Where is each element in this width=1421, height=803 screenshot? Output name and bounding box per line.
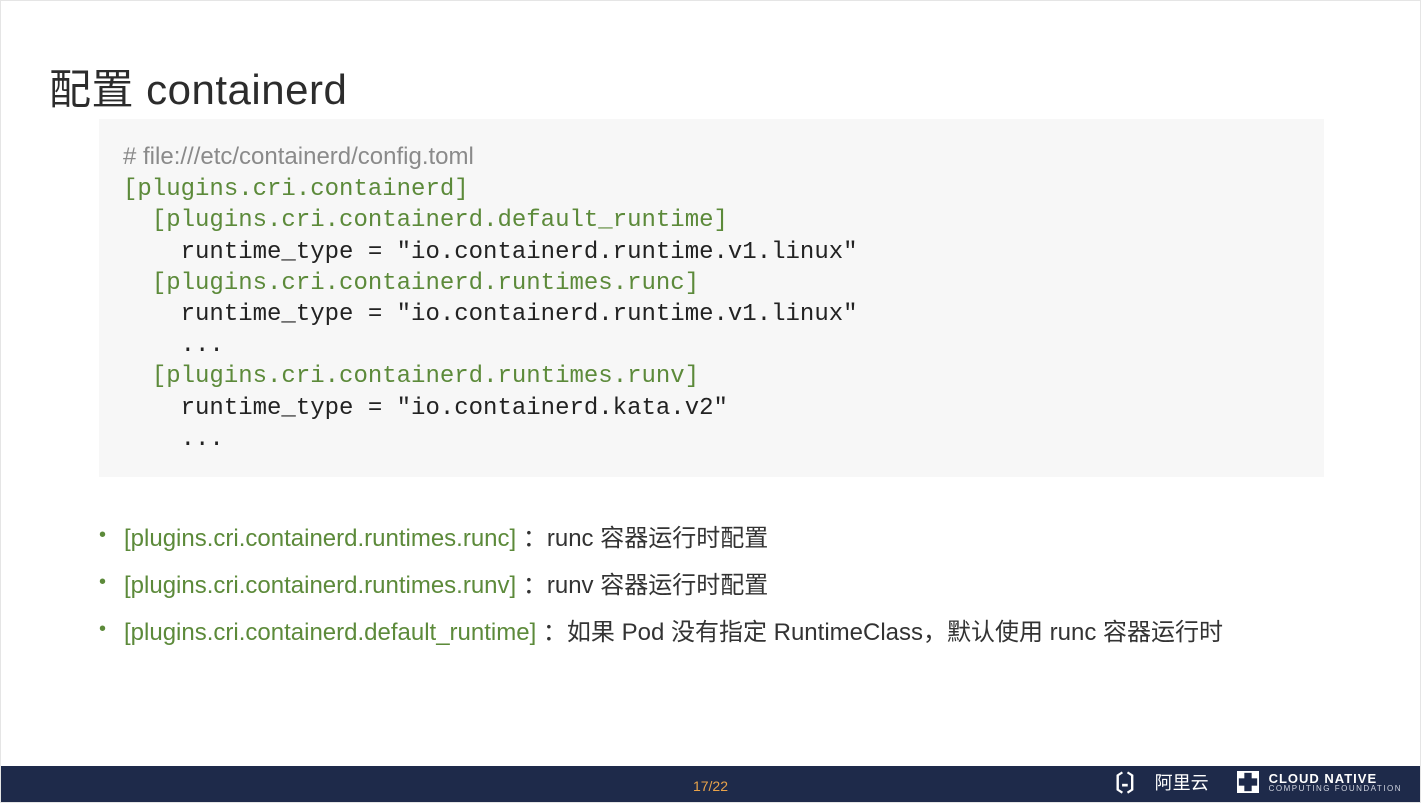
bullet-icon: •: [99, 563, 106, 602]
code-line: runtime_type = "io.containerd.kata.v2": [181, 395, 728, 422]
footer-logos: 〔-〕 阿里云 CLOUD NATIVE COMPUTING FOUNDATIO…: [1101, 766, 1402, 798]
slide-title: 配置 containerd: [49, 56, 347, 117]
bullet-text: ：runv 容器运行时配置: [516, 572, 768, 599]
bullet-key: [plugins.cri.containerd.runtimes.runv]: [124, 572, 516, 599]
bullet-list: • [plugins.cri.containerd.runtimes.runc]…: [99, 516, 1249, 656]
code-comment: # file:///etc/containerd/config.toml: [123, 143, 474, 170]
cncf-text-top: CLOUD NATIVE: [1269, 772, 1402, 785]
cncf-text-bottom: COMPUTING FOUNDATION: [1269, 785, 1402, 793]
list-item: • [plugins.cri.containerd.default_runtim…: [99, 610, 1249, 657]
code-section: [plugins.cri.containerd.runtimes.runv]: [152, 363, 699, 390]
cncf-logo: CLOUD NATIVE COMPUTING FOUNDATION: [1237, 771, 1402, 793]
code-section: [plugins.cri.containerd.default_runtime]: [152, 207, 728, 234]
bullet-icon: •: [99, 516, 106, 555]
bullet-text: ：如果 Pod 没有指定 RuntimeClass，默认使用 runc 容器运行…: [536, 619, 1223, 646]
bullet-icon: •: [99, 610, 106, 649]
bullet-key: [plugins.cri.containerd.default_runtime]: [124, 619, 536, 646]
cncf-icon: [1237, 771, 1259, 793]
list-item: • [plugins.cri.containerd.runtimes.runc]…: [99, 516, 1249, 563]
bullet-key: [plugins.cri.containerd.runtimes.runc]: [124, 525, 516, 552]
code-line: ...: [181, 332, 224, 359]
code-line: runtime_type = "io.containerd.runtime.v1…: [181, 239, 858, 266]
aliyun-text: 阿里云: [1155, 769, 1209, 795]
code-line: ...: [181, 426, 224, 453]
code-block: # file:///etc/containerd/config.toml [pl…: [99, 119, 1324, 477]
aliyun-logo: 〔-〕 阿里云: [1101, 766, 1208, 798]
slide: 配置 containerd # file:///etc/containerd/c…: [0, 0, 1421, 803]
code-section: [plugins.cri.containerd]: [123, 176, 469, 203]
list-item: • [plugins.cri.containerd.runtimes.runv]…: [99, 563, 1249, 610]
bullet-text: ：runc 容器运行时配置: [516, 525, 768, 552]
code-line: runtime_type = "io.containerd.runtime.v1…: [181, 301, 858, 328]
slide-footer: 17/22 〔-〕 阿里云 CLOUD NATIVE COMPUTING FOU…: [1, 766, 1420, 802]
aliyun-icon: 〔-〕: [1101, 766, 1146, 798]
code-section: [plugins.cri.containerd.runtimes.runc]: [152, 270, 699, 297]
